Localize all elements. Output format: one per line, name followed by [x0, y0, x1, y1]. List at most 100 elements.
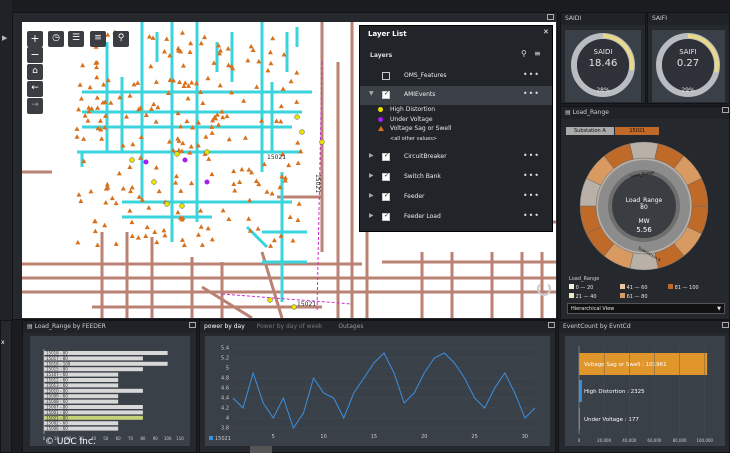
event-marker [94, 74, 100, 80]
maximize-icon[interactable] [548, 322, 555, 328]
back-button[interactable]: ← [27, 81, 43, 97]
feeder-bar-label: 15016 - 100 [46, 361, 71, 366]
event-marker [151, 179, 157, 185]
event-marker [161, 48, 167, 54]
zoom-in-button[interactable]: + [27, 31, 43, 47]
event-marker [182, 157, 188, 163]
layer-checkbox[interactable]: ✓ [382, 172, 390, 181]
zoom-out-button[interactable]: − [27, 47, 43, 63]
x-tick-label: 90 [153, 436, 159, 441]
load-range-tab[interactable]: ▤ Load_Range [561, 107, 729, 119]
close-icon[interactable]: ✕ [543, 28, 549, 36]
event-marker [254, 84, 260, 89]
event-marker [179, 203, 185, 209]
breadcrumb-item[interactable]: Substation A [566, 127, 614, 135]
event-marker [268, 243, 274, 248]
layer-row-oms[interactable]: OMS_Features ••• [360, 67, 552, 86]
expand-icon[interactable]: ▶ [369, 212, 374, 219]
view-select[interactable]: Hierarchical View ▼ [567, 303, 725, 314]
left-collapse-icon[interactable]: ▶ [2, 34, 7, 42]
event-bar-chart: Voltage Sag or Swell : 101961High Distor… [565, 336, 725, 446]
event-marker [152, 229, 158, 235]
layer-options-icon[interactable]: ••• [523, 191, 540, 200]
maximize-icon[interactable] [189, 322, 196, 328]
event-marker [200, 100, 206, 106]
event-marker [127, 93, 133, 98]
sunburst-center-label: Load_Range [625, 197, 663, 204]
layer-row-amievents[interactable]: ▼ ✓ AMIEvents ••• [360, 86, 552, 105]
zoom-area-icon[interactable]: ⚲ [113, 31, 129, 47]
home-button[interactable]: ⌂ [27, 64, 43, 80]
feeder-tab[interactable]: ▤ Load_Range by FEEDER [23, 321, 196, 333]
event-marker [295, 160, 301, 165]
tab-power-by-day-of-week[interactable]: Power by day of week [257, 323, 323, 330]
filter-icon[interactable]: ≡ [534, 49, 541, 58]
layer-row-switchbank[interactable]: ▶ ✓ Switch Bank ••• [360, 168, 552, 187]
event-marker [203, 134, 209, 139]
layer-options-icon[interactable]: ••• [523, 70, 540, 79]
event-marker [224, 113, 230, 119]
y-tick-label: 3.8 [221, 426, 229, 432]
event-marker [75, 239, 81, 245]
event-marker [204, 149, 210, 155]
breadcrumb-item[interactable]: 15021 [615, 127, 660, 135]
x-tick-label: 60 [116, 436, 122, 441]
layer-options-icon[interactable]: ••• [523, 211, 540, 220]
event-marker [209, 130, 215, 135]
event-marker [130, 141, 136, 147]
expand-icon[interactable]: ▼ [369, 90, 374, 97]
layer-options-icon[interactable]: ••• [523, 151, 540, 160]
event-marker [113, 241, 119, 246]
event-marker [104, 181, 110, 187]
x-tick-label: 60,000 [647, 438, 661, 443]
tab-outages[interactable]: Outages [338, 323, 363, 330]
layer-checkbox[interactable]: ✓ [382, 192, 390, 201]
layer-checkbox[interactable]: ✓ [382, 90, 390, 99]
layer-row-feederload[interactable]: ▶ ✓ Feeder Load ••• [360, 208, 552, 227]
feeder-bar-chart: 15018 - 8015017 - 8015016 - 10015015 - 8… [30, 336, 190, 446]
y-tick-label: 4.6 [221, 386, 229, 392]
tab-power-by-day[interactable]: power by day [204, 323, 245, 330]
y-tick-label: 5 [226, 366, 229, 372]
event-marker [209, 171, 215, 177]
event-marker [94, 95, 100, 100]
layers-icon[interactable]: ☰ [68, 31, 84, 47]
forward-button[interactable]: → [27, 98, 43, 114]
layer-options-icon[interactable]: ••• [523, 171, 540, 180]
scroll-handle[interactable] [250, 446, 272, 453]
close-icon[interactable]: x [1, 339, 5, 346]
layer-row-circuitbreaker[interactable]: ▶ ✓ CircuitBreaker ••• [360, 148, 552, 167]
event-marker [146, 205, 152, 210]
event-marker [226, 136, 232, 142]
event-marker [241, 98, 247, 103]
event-marker [274, 118, 280, 124]
event-marker [299, 129, 305, 135]
expand-icon[interactable]: ▶ [369, 192, 374, 199]
layer-checkbox[interactable]: ✓ [382, 152, 390, 161]
map-maximize-icon[interactable] [547, 14, 554, 20]
expand-icon[interactable]: ▶ [369, 152, 374, 159]
layer-options-icon[interactable]: ••• [523, 89, 540, 98]
event-marker [286, 162, 292, 168]
event-marker [189, 80, 195, 85]
maximize-icon[interactable] [722, 322, 729, 328]
event-marker [162, 232, 168, 238]
layer-row-feeder[interactable]: ▶ ✓ Feeder ••• [360, 188, 552, 207]
event-marker [220, 207, 226, 213]
layer-label: OMS_Features [404, 72, 447, 79]
feeder-bar-label: 15015 - 80 [46, 367, 68, 372]
event-marker [175, 209, 181, 215]
y-tick-label: 4 [226, 416, 229, 422]
maximize-icon[interactable] [722, 107, 729, 113]
event-tab[interactable]: EventCount by EvntCd [559, 321, 729, 333]
layer-label: CircuitBreaker [404, 153, 447, 160]
list-icon[interactable]: ≡ [90, 31, 106, 47]
search-icon[interactable]: ⚲ [521, 49, 527, 58]
saifi-pct: 29% [681, 87, 695, 94]
layer-checkbox[interactable]: ✓ [382, 212, 390, 221]
expand-icon[interactable]: ▶ [369, 172, 374, 179]
event-marker [174, 151, 180, 157]
history-icon[interactable]: ◷ [48, 31, 64, 47]
event-marker [161, 227, 167, 233]
layer-checkbox[interactable] [382, 72, 390, 80]
